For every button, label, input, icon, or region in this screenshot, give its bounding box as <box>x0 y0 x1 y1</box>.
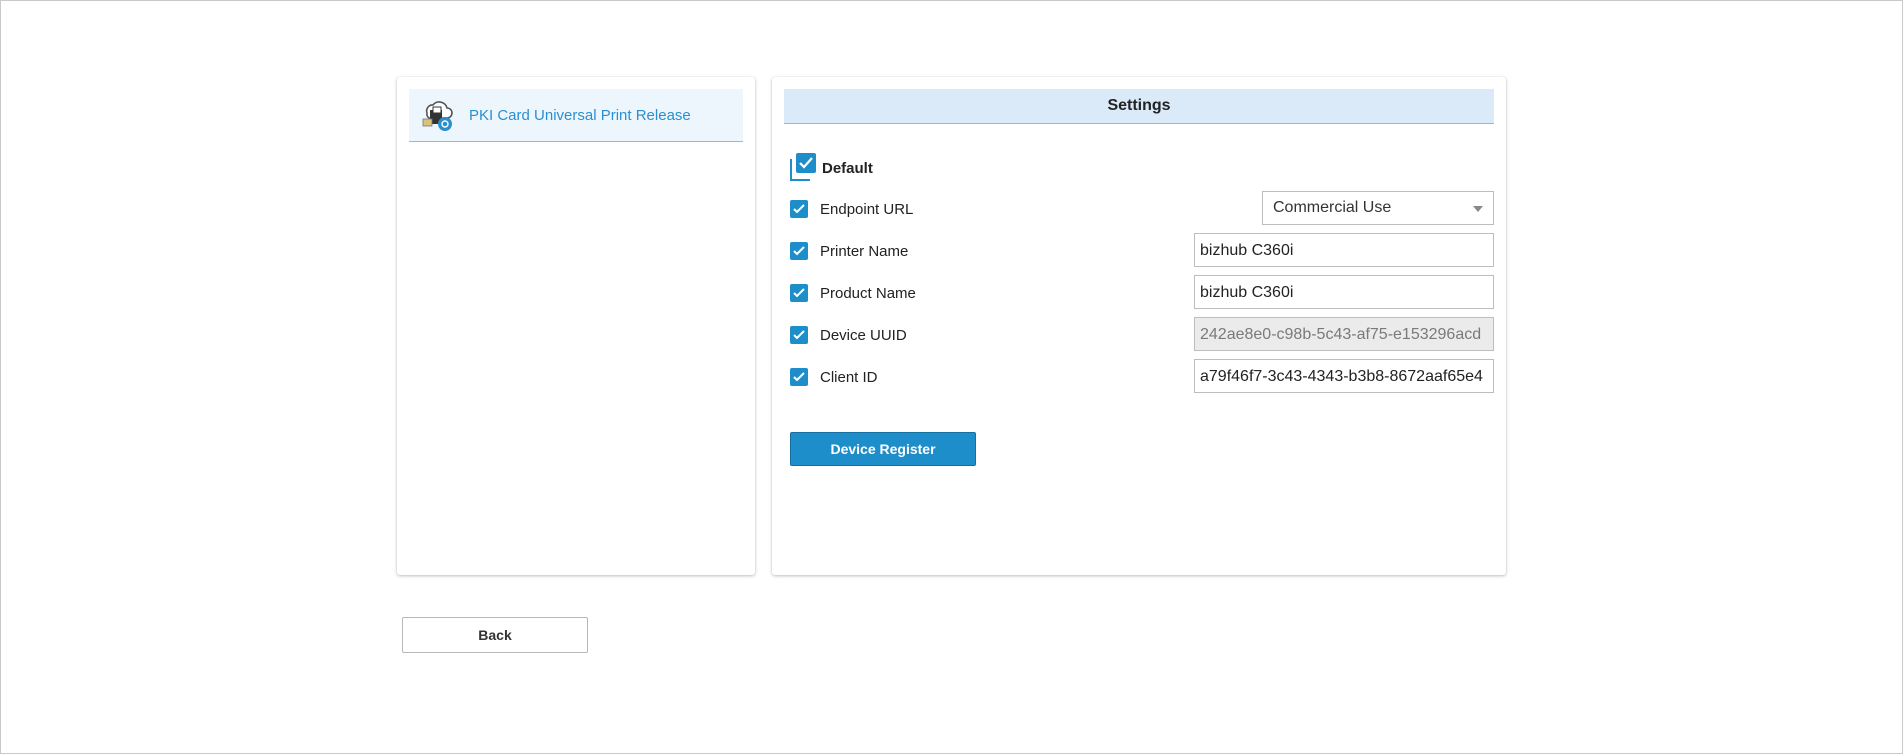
app-item-pki-card[interactable]: PKI Card Universal Print Release <box>409 89 743 142</box>
field-row-product-name: Product Name bizhub C360i <box>790 275 1494 311</box>
endpoint-url-label: Endpoint URL <box>820 200 914 218</box>
check-icon <box>799 157 813 169</box>
chevron-down-icon <box>1473 206 1483 212</box>
printer-name-checkbox[interactable] <box>790 242 808 260</box>
client-id-checkbox[interactable] <box>790 368 808 386</box>
cloud-print-icon <box>419 97 455 133</box>
client-id-input[interactable]: a79f46f7-3c43-4343-b3b8-8672aaf65e4 <box>1194 359 1494 393</box>
field-row-printer-name: Printer Name bizhub C360i <box>790 233 1494 269</box>
product-name-input[interactable]: bizhub C360i <box>1194 275 1494 309</box>
check-icon <box>793 330 805 340</box>
endpoint-url-selected-value: Commercial Use <box>1273 199 1392 216</box>
endpoint-url-select[interactable]: Commercial Use <box>1262 191 1494 225</box>
field-row-device-uuid: Device UUID 242ae8e0-c98b-5c43-af75-e153… <box>790 317 1494 353</box>
settings-title: Settings <box>784 89 1494 124</box>
back-button[interactable]: Back <box>402 617 588 653</box>
device-uuid-input: 242ae8e0-c98b-5c43-af75-e153296acd <box>1194 317 1494 351</box>
product-name-checkbox[interactable] <box>790 284 808 302</box>
default-label: Default <box>822 159 873 177</box>
check-icon <box>793 246 805 256</box>
default-toggle[interactable]: Default <box>790 153 873 183</box>
app-list-panel: PKI Card Universal Print Release <box>397 77 755 575</box>
client-id-label: Client ID <box>820 368 878 386</box>
field-row-client-id: Client ID a79f46f7-3c43-4343-b3b8-8672aa… <box>790 359 1494 395</box>
endpoint-url-checkbox[interactable] <box>790 200 808 218</box>
default-checkbox[interactable] <box>790 153 818 183</box>
app-item-label: PKI Card Universal Print Release <box>469 106 691 124</box>
check-icon <box>793 288 805 298</box>
product-name-label: Product Name <box>820 284 916 302</box>
check-icon <box>793 204 805 214</box>
printer-name-label: Printer Name <box>820 242 909 260</box>
device-uuid-label: Device UUID <box>820 326 907 344</box>
device-register-button[interactable]: Device Register <box>790 432 976 466</box>
settings-panel: Settings Default Endpoint URL Commercial… <box>772 77 1506 575</box>
check-icon <box>793 372 805 382</box>
field-row-endpoint-url: Endpoint URL Commercial Use <box>790 191 1494 227</box>
device-uuid-checkbox[interactable] <box>790 326 808 344</box>
printer-name-input[interactable]: bizhub C360i <box>1194 233 1494 267</box>
